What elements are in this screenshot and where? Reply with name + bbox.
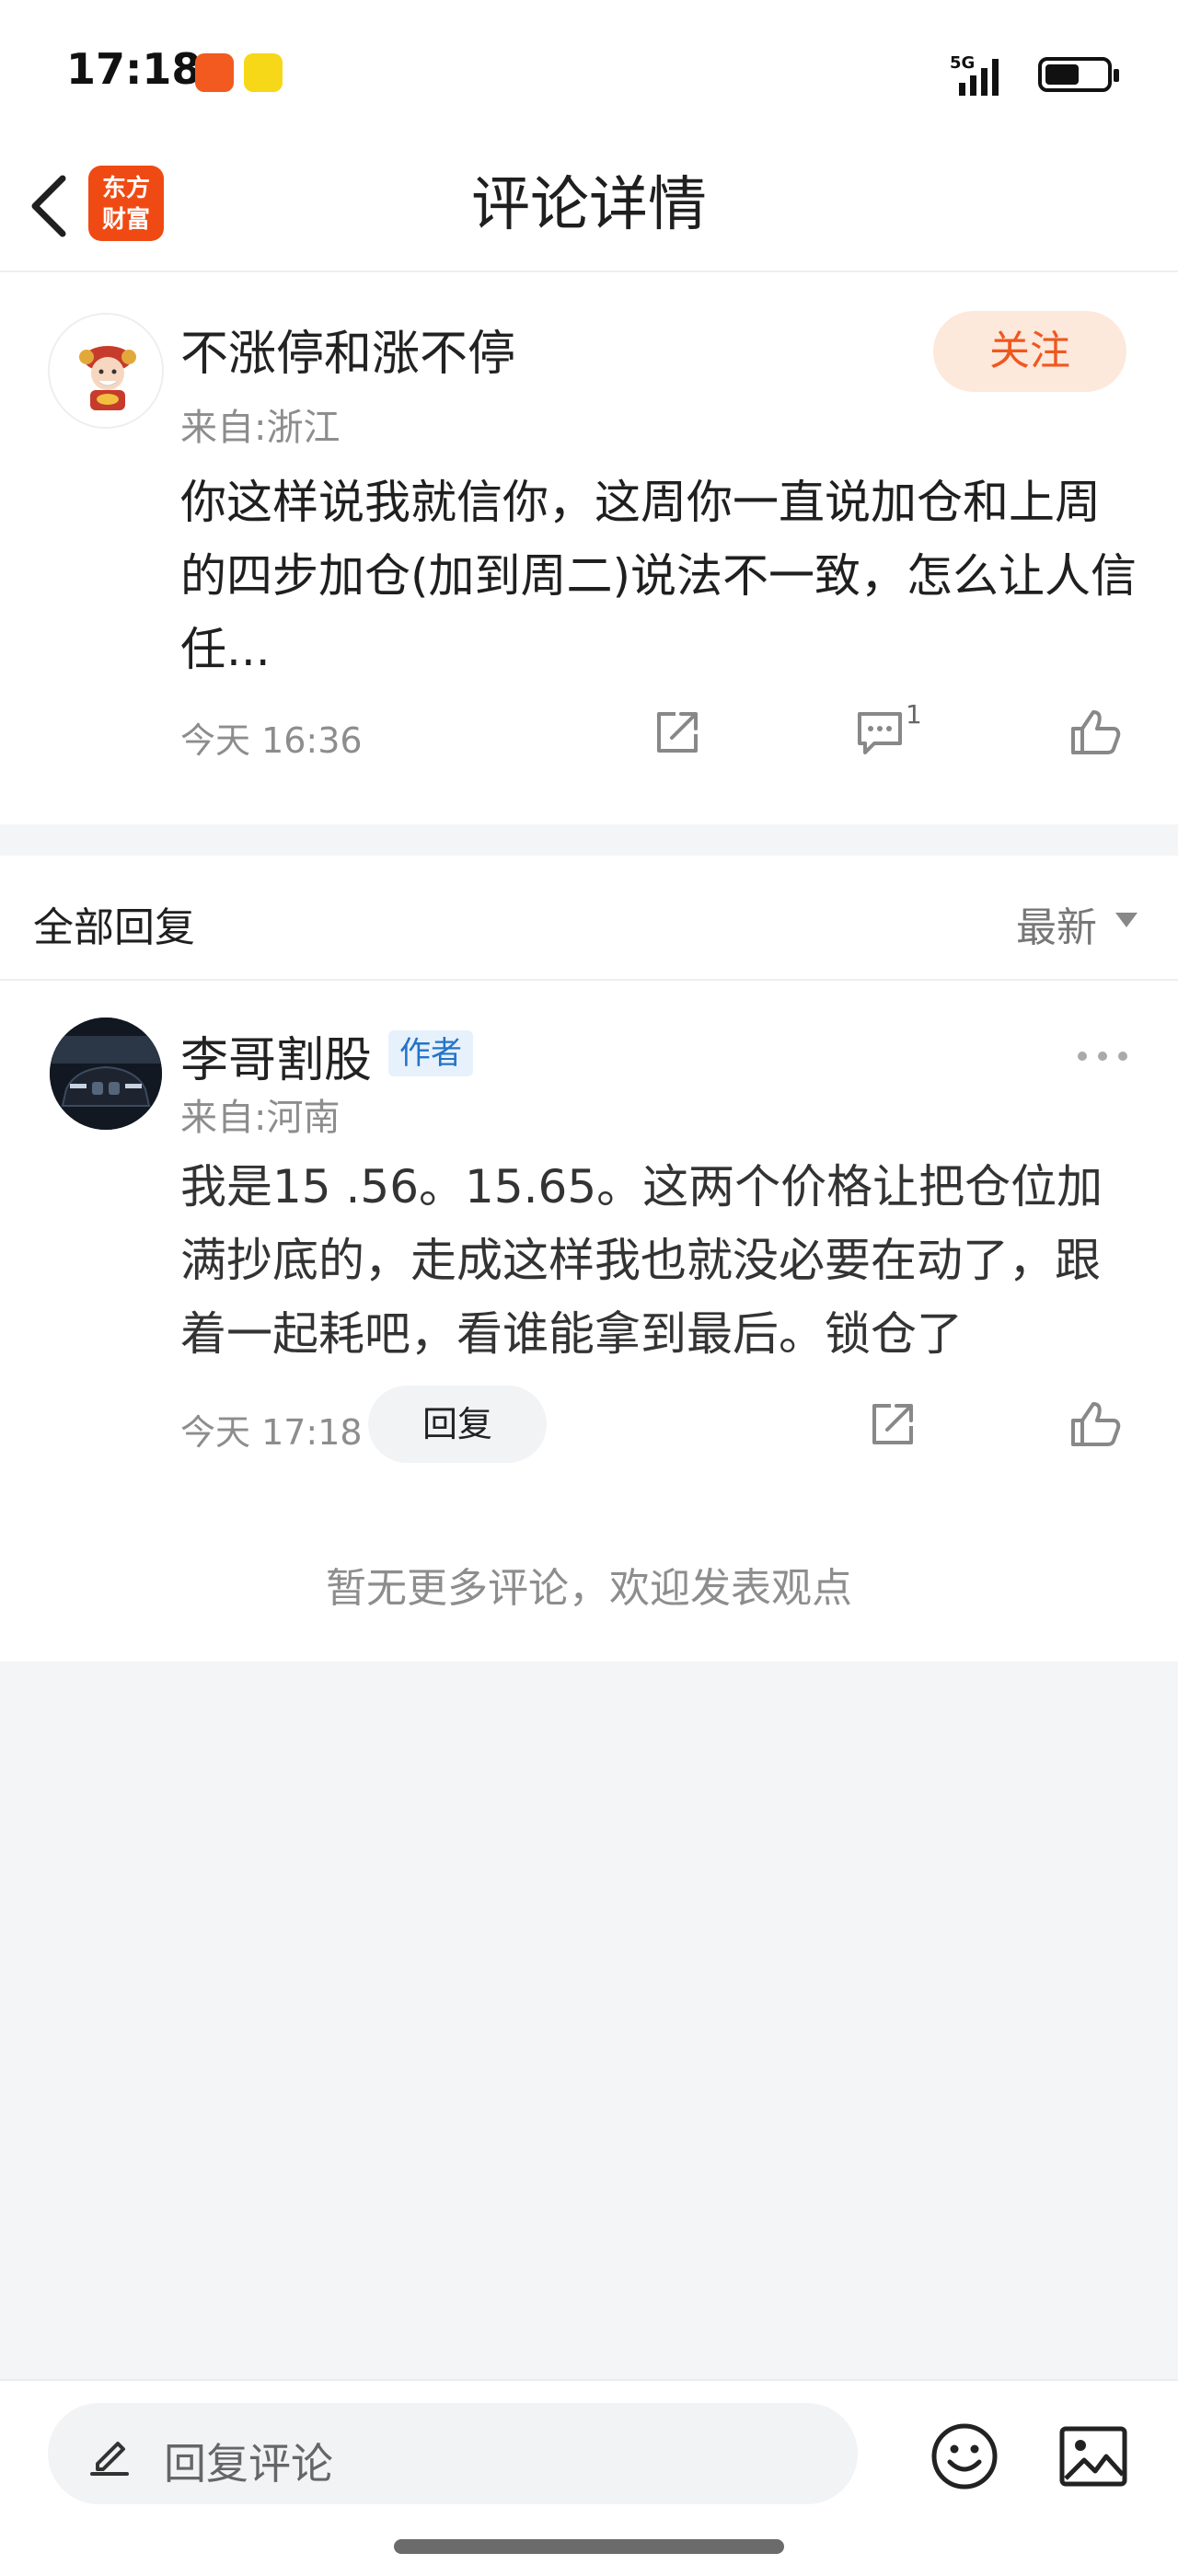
pencil-icon	[90, 2442, 129, 2476]
caishen-avatar-icon	[50, 315, 162, 427]
cellular-signal-icon: 5G	[950, 53, 999, 96]
like-icon[interactable]	[1068, 1397, 1123, 1452]
battery-icon	[1038, 57, 1119, 92]
emoji-icon[interactable]	[930, 2421, 999, 2491]
post-content[interactable]: 你这样说我就信你，这周你一直说加仓和上周的四步加仓(加到周二)说法不一致，怎么让…	[180, 466, 1138, 686]
bottom-input-bar: 回复评论	[0, 2379, 1178, 2576]
app-notification-icon	[195, 53, 234, 92]
avatar[interactable]	[48, 313, 164, 429]
nav-bar: 东方 财富 评论详情	[0, 138, 1178, 272]
replies-header: 全部回复 最新	[0, 856, 1178, 981]
share-icon[interactable]	[650, 705, 705, 760]
reply-input[interactable]: 回复评论	[48, 2403, 858, 2504]
comment-count-badge: 1	[906, 699, 922, 730]
like-icon[interactable]	[1068, 705, 1123, 760]
all-replies-label: 全部回复	[33, 904, 195, 951]
post-username[interactable]: 不涨停和涨不停	[180, 315, 515, 384]
empty-area	[0, 1662, 1178, 2379]
home-indicator[interactable]	[394, 2539, 784, 2554]
share-icon[interactable]	[865, 1397, 920, 1452]
reply-input-placeholder: 回复评论	[164, 2439, 333, 2489]
image-icon[interactable]	[1058, 2423, 1128, 2490]
reply-button[interactable]: 回复	[368, 1386, 547, 1463]
post-location: 来自:浙江	[180, 407, 341, 449]
avatar[interactable]	[50, 1018, 162, 1130]
reply-content[interactable]: 我是15 .56。15.65。这两个价格让把仓位加满抄底的，走成这样我也就没必要…	[180, 1150, 1138, 1371]
svg-text:5G: 5G	[950, 53, 975, 73]
reply-item: 李哥割股 作者 来自:河南 我是15 .56。15.65。这两个价格让把仓位加满…	[0, 981, 1178, 1496]
status-time: 17:18	[66, 44, 202, 94]
sort-dropdown[interactable]: 最新	[1016, 894, 1097, 953]
status-bar: 17:18 5G	[0, 0, 1178, 138]
app-notification-icon-2	[244, 53, 283, 92]
back-arrow-icon[interactable]	[24, 171, 75, 241]
original-comment: 不涨停和涨不停 来自:浙江 关注 你这样说我就信你，这周你一直说加仓和上周的四步…	[0, 272, 1178, 824]
follow-button[interactable]: 关注	[933, 311, 1126, 392]
chevron-down-icon[interactable]	[1115, 913, 1138, 927]
reply-location: 来自:河南	[180, 1097, 341, 1139]
app-logo[interactable]: 东方 财富	[88, 166, 164, 241]
reply-timestamp: 今天 17:18	[180, 1412, 363, 1453]
page-title: 评论详情	[471, 171, 707, 239]
author-badge: 作者	[388, 1030, 473, 1076]
section-divider	[0, 824, 1178, 856]
post-timestamp: 今天 16:36	[180, 720, 363, 761]
no-more-comments-text: 暂无更多评论，欢迎发表观点	[326, 1565, 852, 1612]
reply-username[interactable]: 李哥割股	[180, 1021, 372, 1090]
car-avatar-icon	[50, 1018, 162, 1130]
comment-icon[interactable]	[852, 705, 907, 760]
more-options-icon[interactable]	[1075, 1047, 1130, 1065]
